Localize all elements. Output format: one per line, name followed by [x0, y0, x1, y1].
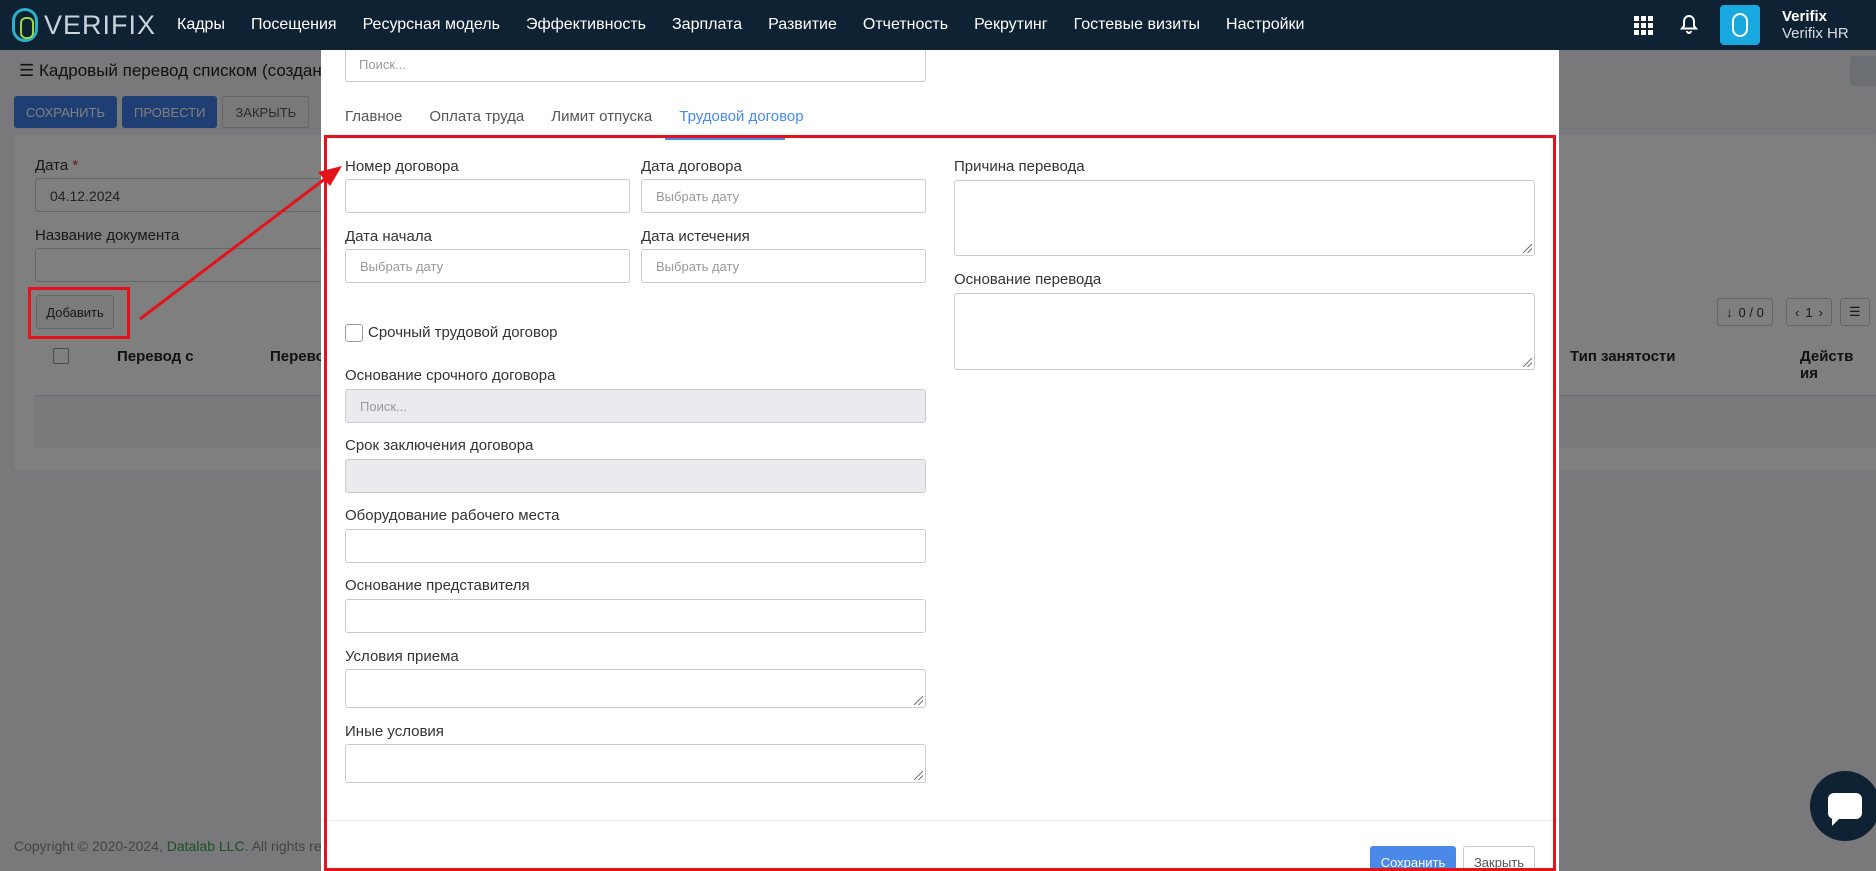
annotation-arrow-icon: [139, 166, 342, 321]
chat-widget-icon[interactable]: [1810, 771, 1876, 841]
